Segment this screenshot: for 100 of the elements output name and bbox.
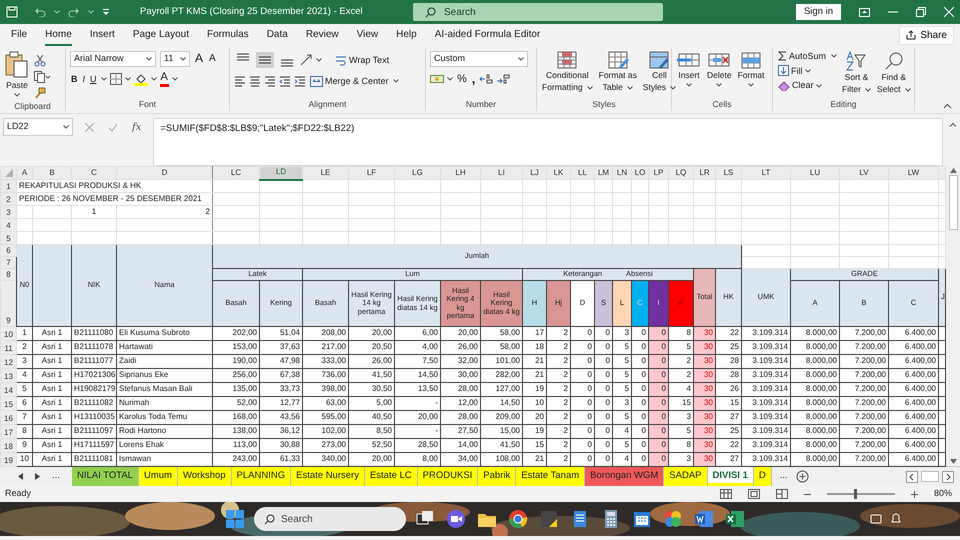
row-header[interactable]: 3 (0, 206, 16, 218)
column-header[interactable]: LC (212, 166, 260, 180)
chevron-down-icon[interactable] (54, 10, 60, 14)
bold-button[interactable]: B (70, 74, 78, 84)
wrap-text-button[interactable]: Wrap Text (334, 54, 390, 66)
clear-button[interactable]: Clear (777, 80, 838, 91)
comma-button[interactable]: , (470, 72, 476, 86)
column-header[interactable]: LU (790, 166, 840, 180)
collapse-ribbon-icon[interactable] (943, 103, 952, 109)
row-header[interactable]: 4 (0, 218, 16, 232)
formula-field[interactable]: =SUMIF($FD$8:$LB$9;"Latek";$FD22:$LB22) (153, 118, 943, 166)
menu-tab[interactable]: File (11, 24, 28, 46)
sort-filter-button[interactable]: Sort & Filter (841, 51, 872, 97)
row-header[interactable]: 19 (0, 452, 16, 466)
chevron-down-icon[interactable] (716, 82, 722, 87)
column-header[interactable]: LO (632, 166, 648, 180)
chevron-down-icon[interactable] (180, 57, 186, 61)
number-format-field[interactable]: Custom (430, 51, 528, 67)
row-header[interactable]: 9 (0, 280, 16, 326)
chevron-down-icon[interactable] (748, 82, 754, 87)
undo-icon[interactable] (34, 7, 46, 17)
column-header[interactable]: LN (612, 166, 632, 180)
chevron-down-icon[interactable] (316, 58, 322, 62)
chevron-down-icon[interactable] (447, 77, 453, 81)
slider-thumb[interactable] (854, 489, 858, 499)
shrink-font-button[interactable]: A (208, 53, 217, 65)
align-left-icon[interactable] (234, 75, 246, 87)
row-header[interactable]: 13 (0, 368, 16, 382)
format-painter-icon[interactable] (34, 87, 46, 99)
autosum-button[interactable]: AutoSum (777, 51, 828, 62)
sheet-tab[interactable]: PLANNING (232, 467, 292, 486)
menu-tab[interactable]: Home (45, 24, 72, 46)
name-box[interactable]: LD22 (3, 118, 73, 136)
sheet-tab[interactable]: NILAI TOTAL (72, 467, 139, 486)
chevron-down-icon[interactable] (392, 79, 399, 83)
column-header[interactable]: LK (546, 166, 570, 180)
save-icon[interactable] (6, 6, 18, 18)
cells-button[interactable]: Insert (676, 51, 702, 97)
chevron-down-icon[interactable] (816, 84, 822, 88)
notification-icon[interactable] (890, 513, 902, 525)
styles-button[interactable]: Conditional Formatting (541, 51, 594, 97)
scroll-up-icon[interactable] (950, 168, 956, 173)
scroll-down-icon[interactable] (950, 459, 956, 464)
column-header[interactable]: C (72, 166, 116, 180)
column-header[interactable]: LH (440, 166, 480, 180)
scrollbar-thumb[interactable] (921, 471, 939, 482)
column-header[interactable]: LG (394, 166, 440, 180)
column-header[interactable]: LJ (522, 166, 546, 180)
page-break-icon[interactable] (776, 489, 788, 499)
row-header[interactable]: 10 (0, 326, 16, 340)
column-header[interactable]: LQ (668, 166, 694, 180)
tray-icon[interactable] (870, 513, 882, 525)
chevron-down-icon[interactable] (88, 10, 94, 14)
menu-tab[interactable]: Data (266, 24, 288, 46)
scrollbar-thumb[interactable] (948, 175, 958, 230)
sheet-tab[interactable]: Estate Nursery (291, 467, 365, 486)
chevron-down-icon[interactable] (831, 54, 838, 58)
search-field[interactable]: Search (413, 3, 663, 21)
paste-button[interactable]: Paste (4, 51, 30, 99)
chevron-down-icon[interactable] (172, 77, 178, 81)
cells-button[interactable]: Delete (706, 51, 733, 97)
column-header[interactable]: B (32, 166, 72, 180)
menu-tab[interactable]: Help (396, 24, 417, 46)
previous-sheet-icon[interactable] (18, 473, 23, 480)
column-header[interactable]: LP (648, 166, 668, 180)
sheet-tab[interactable]: PRODUKSI (418, 467, 478, 486)
increase-decimal-icon[interactable] (479, 73, 494, 85)
taskbar-search-field[interactable]: Search (254, 507, 406, 531)
column-header[interactable]: LE (302, 166, 348, 180)
calendar-icon[interactable] (632, 509, 652, 529)
column-header[interactable]: LL (570, 166, 594, 180)
orientation-icon[interactable] (300, 54, 312, 66)
insert-function-button[interactable]: fx (132, 120, 142, 134)
chevron-down-icon[interactable] (586, 86, 593, 90)
column-header[interactable]: LF (348, 166, 394, 180)
column-header[interactable]: D (116, 166, 212, 180)
scroll-right-icon[interactable] (942, 470, 954, 482)
column-header[interactable]: LI (480, 166, 522, 180)
chevron-down-icon[interactable] (146, 57, 152, 61)
styles-button[interactable]: Format as Table (598, 51, 638, 97)
cut-icon[interactable] (34, 55, 46, 67)
borders-icon[interactable] (110, 73, 122, 85)
row-header[interactable]: 6 (0, 244, 16, 256)
normal-view-icon[interactable] (720, 489, 732, 499)
align-right-icon[interactable] (264, 75, 276, 87)
font-size-field[interactable]: 11 (160, 51, 190, 67)
close-icon[interactable] (944, 7, 954, 17)
share-button[interactable]: Share (899, 26, 954, 44)
row-header[interactable]: 12 (0, 354, 16, 368)
menu-tab[interactable]: Review (306, 24, 339, 46)
chevron-down-icon[interactable] (63, 125, 69, 129)
vertical-align-icon[interactable] (256, 52, 274, 68)
sheet-tab[interactable]: Estate Tanam (516, 467, 586, 486)
row-header[interactable]: 16 (0, 410, 16, 424)
column-header[interactable]: LD (260, 166, 302, 180)
sheet-tab[interactable]: Workshop (178, 467, 232, 486)
browser-icon[interactable] (508, 509, 528, 529)
sheet-tab[interactable]: Estate LC (364, 467, 418, 486)
cells-button[interactable]: Format (736, 51, 766, 97)
merge-center-button[interactable]: Merge & Center (309, 76, 390, 86)
